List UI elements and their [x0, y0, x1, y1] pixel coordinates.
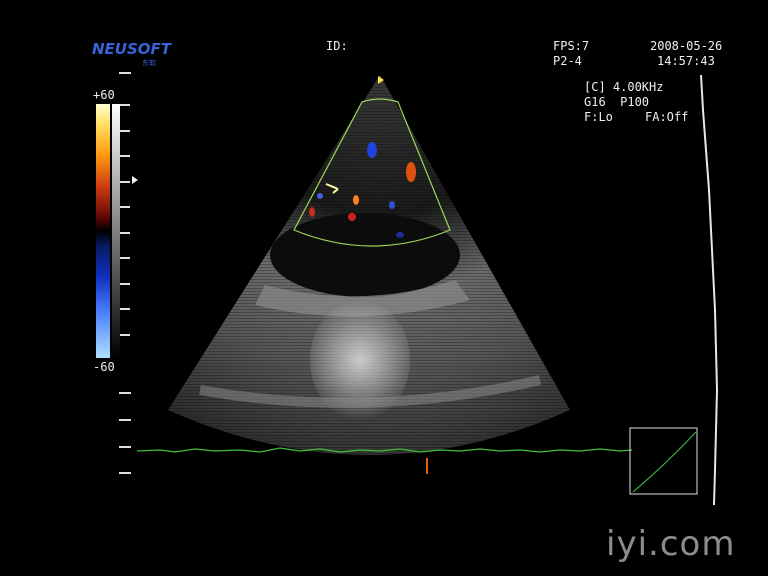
flow-orange [406, 162, 416, 182]
flow-blue [367, 142, 377, 158]
heart-chamber [270, 213, 460, 297]
gray-map-curve [632, 431, 697, 493]
gray-map-box [629, 427, 698, 495]
watermark: iyi.com [606, 524, 736, 564]
side-trace [700, 74, 719, 506]
echo-image-layer [136, 74, 719, 506]
ultrasound-display: NEUSOFT 东软 ID: FPS:7 P2-4 2008-05-26 14:… [0, 0, 768, 576]
